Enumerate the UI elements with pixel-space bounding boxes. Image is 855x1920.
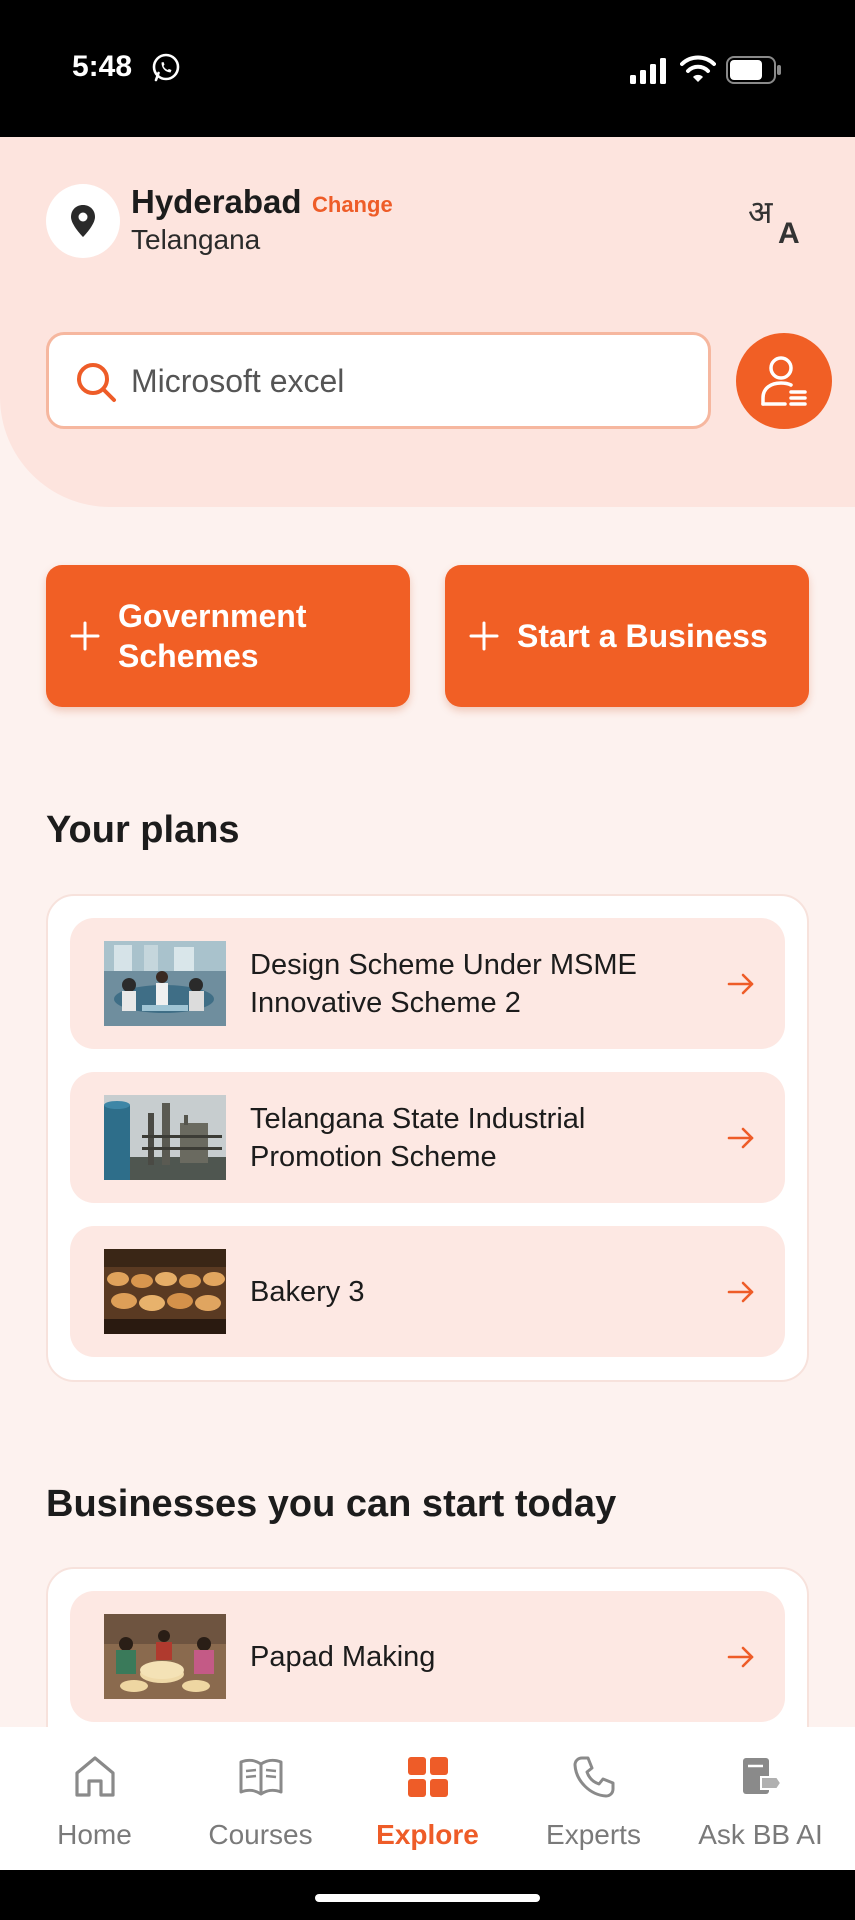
wifi-icon (680, 55, 716, 82)
location-button[interactable] (46, 184, 120, 258)
grid-icon (408, 1757, 448, 1797)
bottom-navigation: Home Courses Explore Experts Ask BB AI (0, 1727, 855, 1870)
business-item[interactable]: Papad Making (70, 1591, 785, 1722)
plan-thumbnail-image (104, 1249, 226, 1334)
user-profile-icon (761, 356, 807, 406)
status-time: 5:48 (72, 50, 133, 83)
home-icon (75, 1756, 115, 1797)
plan-thumbnail-image (104, 1095, 226, 1180)
nav-ask-ai[interactable]: Ask BB AI (675, 1727, 846, 1870)
battery-icon (726, 56, 781, 84)
plan-item[interactable]: Telangana State Industrial Promotion Sch… (70, 1072, 785, 1203)
start-business-label: Start a Business (517, 618, 768, 654)
businesses-section-title: Businesses you can start today (46, 1483, 617, 1525)
location-state: Telangana (131, 224, 261, 255)
app-screen: Hyderabad Change Telangana अ A Microsoft… (0, 137, 855, 1870)
plan-item[interactable]: Design Scheme Under MSME Innovative Sche… (70, 918, 785, 1049)
status-bar: 5:48 (0, 0, 855, 137)
ai-icon (743, 1758, 783, 1794)
nav-experts-label: Experts (546, 1819, 641, 1850)
plans-card: Design Scheme Under MSME Innovative Sche… (46, 894, 809, 1382)
plus-icon (70, 621, 100, 651)
location-city: Hyderabad (131, 183, 302, 220)
plus-icon (469, 621, 499, 651)
nav-home[interactable]: Home (9, 1727, 180, 1870)
nav-experts[interactable]: Experts (508, 1727, 679, 1870)
arrow-right-icon (727, 1127, 754, 1149)
business-item-label: Papad Making (250, 1640, 436, 1673)
nav-courses[interactable]: Courses (175, 1727, 346, 1870)
nav-explore[interactable]: Explore (342, 1727, 513, 1870)
plans-section-title: Your plans (46, 809, 240, 851)
home-indicator-area (0, 1870, 855, 1920)
nav-home-label: Home (57, 1819, 132, 1850)
signal-icon (630, 58, 666, 84)
plan-thumbnail-image (104, 941, 226, 1026)
arrow-right-icon (727, 1646, 754, 1668)
arrow-right-icon (727, 973, 754, 995)
arrow-right-icon (727, 1281, 754, 1303)
plan-item-label: Design Scheme Under MSME Innovative Sche… (250, 948, 637, 1019)
nav-explore-label: Explore (376, 1819, 479, 1850)
svg-text:A: A (778, 217, 800, 247)
plan-item-label: Telangana State Industrial Promotion Sch… (250, 1102, 586, 1173)
government-schemes-button[interactable]: Government Schemes (46, 565, 410, 707)
business-thumbnail-image (104, 1614, 226, 1699)
profile-button[interactable] (736, 333, 832, 429)
plan-item[interactable]: Bakery 3 (70, 1226, 785, 1357)
start-business-button[interactable]: Start a Business (445, 565, 809, 707)
government-schemes-label: Government Schemes (118, 598, 307, 674)
header-background (0, 137, 855, 507)
language-translate-icon[interactable]: अ A (746, 191, 806, 247)
search-field[interactable]: Microsoft excel (46, 332, 711, 429)
location-pin-icon (71, 205, 95, 237)
plan-item-label: Bakery 3 (250, 1275, 365, 1308)
search-icon (77, 363, 116, 402)
nav-ask-ai-label: Ask BB AI (698, 1819, 823, 1850)
change-location-link[interactable]: Change (312, 192, 393, 218)
home-indicator[interactable] (315, 1894, 540, 1902)
nav-courses-label: Courses (208, 1819, 313, 1850)
whatsapp-icon (152, 53, 180, 82)
phone-icon (573, 1756, 615, 1798)
svg-text:अ: अ (748, 193, 773, 231)
search-input-value[interactable]: Microsoft excel (131, 363, 344, 400)
book-icon (239, 1758, 283, 1796)
